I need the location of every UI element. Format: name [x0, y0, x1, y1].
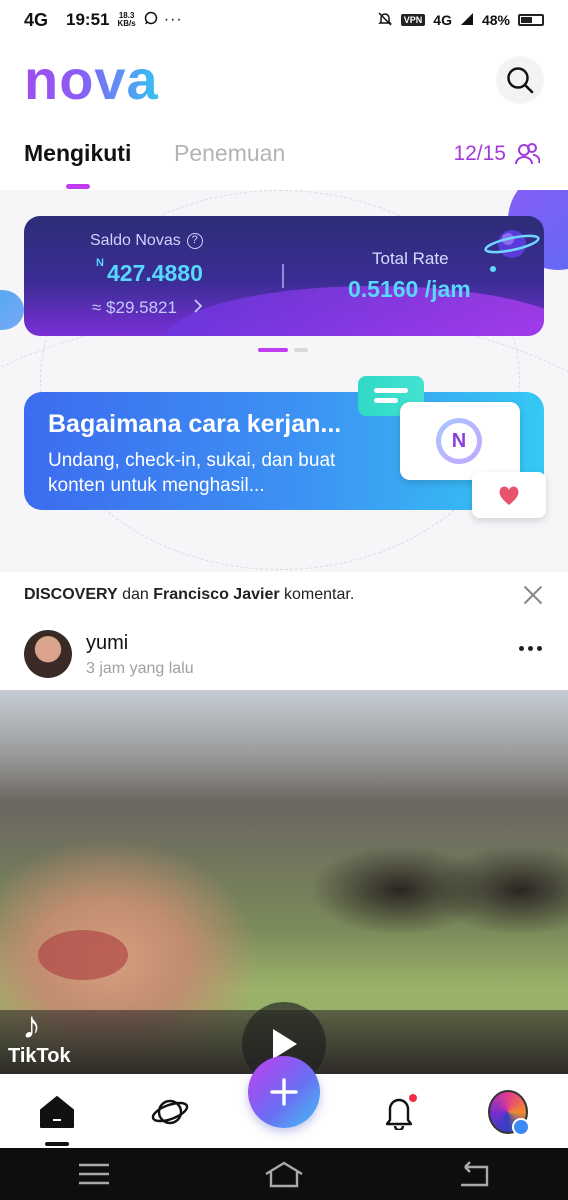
network-speed: 18.3 KB/s — [118, 12, 136, 28]
pager-dot — [294, 348, 308, 352]
search-icon — [507, 67, 534, 94]
planet-decoration — [0, 290, 24, 330]
heart-bubble — [472, 472, 546, 518]
post-username[interactable]: yumi — [86, 632, 128, 655]
network-speed-unit: KB/s — [117, 19, 136, 28]
status-bar: 4G 19:51 18.3 KB/s ··· VPN 4G 48% — [0, 0, 568, 40]
battery-icon — [518, 14, 544, 26]
chevron-right-icon — [194, 299, 202, 313]
heart-icon — [499, 486, 519, 505]
create-post-button[interactable] — [248, 1056, 320, 1128]
balance-card[interactable]: Saldo Novas ? N 427.4880 ≈ $29.5821 Total… — [24, 216, 544, 336]
balance-amount: 427.4880 — [106, 260, 203, 286]
clock: 19:51 — [66, 10, 110, 29]
app-logo: nova — [24, 48, 159, 111]
balance-label-text: Saldo Novas — [90, 232, 181, 249]
home-icon — [40, 1096, 74, 1128]
how-it-works-title: Bagaimana cara kerjan... — [48, 410, 342, 438]
verified-badge-icon — [512, 1118, 530, 1136]
app-header: nova — [0, 52, 568, 108]
nav-home[interactable] — [37, 1092, 77, 1132]
users-icon — [515, 143, 540, 165]
menu-icon[interactable] — [77, 1162, 111, 1186]
notice-action: komentar. — [284, 586, 355, 603]
planet-icon — [151, 1099, 189, 1125]
system-navigation-bar — [0, 1148, 568, 1200]
video-frame-sky — [0, 690, 568, 800]
vpn-badge: VPN — [400, 14, 426, 26]
avatar[interactable] — [24, 630, 72, 678]
battery-percent: 48% — [481, 12, 510, 28]
plus-icon — [270, 1078, 298, 1106]
novas-coin-icon: N — [436, 418, 482, 464]
following-count-button[interactable]: 12/15 — [453, 142, 540, 166]
dot — [537, 646, 542, 651]
mute-icon — [377, 11, 393, 30]
divider — [282, 264, 284, 288]
more-notifications: ··· — [163, 11, 183, 28]
rate-label: Total Rate — [372, 249, 449, 268]
balance-usd-text: ≈ $29.5821 — [92, 298, 177, 317]
post-header: yumi 3 jam yang lalu — [0, 626, 568, 686]
coin-bubble: N — [400, 402, 520, 480]
tiktok-icon: ♪ — [22, 1005, 41, 1047]
profile-avatar — [488, 1090, 530, 1136]
active-tab-indicator — [66, 184, 90, 189]
balance-usd[interactable]: ≈ $29.5821 — [92, 298, 204, 318]
notice-connector: dan — [122, 586, 149, 603]
nav-discover[interactable] — [150, 1092, 190, 1132]
bubble-line — [374, 388, 408, 393]
close-icon[interactable] — [522, 584, 544, 606]
notification-dot — [409, 1094, 417, 1102]
dot — [519, 646, 524, 651]
post-timestamp: 3 jam yang lalu — [86, 660, 194, 677]
novas-currency-icon: N — [96, 257, 104, 270]
search-button[interactable] — [496, 56, 544, 104]
pager-dot-active — [258, 348, 288, 352]
network-indicator-2: 4G — [433, 12, 452, 28]
carousel-pager — [258, 348, 308, 352]
balance-label: Saldo Novas ? — [90, 232, 203, 250]
notice-user-1[interactable]: DISCOVERY — [24, 586, 118, 603]
nav-notifications[interactable] — [379, 1092, 419, 1132]
feed-tabs: Mengikuti Penemuan 12/15 — [0, 140, 568, 190]
activity-notice[interactable]: DISCOVERY dan Francisco Javier komentar. — [0, 572, 568, 618]
home-button-icon[interactable] — [264, 1160, 304, 1188]
balance-value: N 427.4880 — [96, 257, 203, 287]
tiktok-label: TikTok — [8, 1045, 71, 1067]
bubble-line — [374, 398, 398, 403]
bottom-navigation — [0, 1056, 568, 1148]
following-count: 12/15 — [453, 142, 506, 165]
more-options-button[interactable] — [519, 646, 542, 651]
active-nav-indicator — [45, 1142, 69, 1146]
tab-following[interactable]: Mengikuti — [24, 140, 131, 167]
nav-profile[interactable] — [488, 1090, 530, 1136]
saturn-icon — [484, 230, 540, 258]
network-indicator: 4G — [24, 9, 49, 30]
rewards-section: Saldo Novas ? N 427.4880 ≈ $29.5821 Total… — [0, 190, 568, 572]
rate-value: 0.5160 /jam — [348, 276, 471, 302]
how-it-works-description: Undang, check-in, sukai, dan buat konten… — [48, 450, 336, 496]
coin-letter: N — [441, 423, 477, 459]
signal-icon — [460, 12, 474, 29]
notice-user-2[interactable]: Francisco Javier — [153, 586, 279, 603]
post-video[interactable]: ♪ TikTok — [0, 690, 568, 1074]
whatsapp-icon — [144, 10, 158, 30]
tab-discovery[interactable]: Penemuan — [174, 140, 285, 167]
tiktok-watermark: ♪ TikTok — [8, 1007, 71, 1068]
video-frame-detail — [38, 930, 128, 980]
dot — [528, 646, 533, 651]
help-icon[interactable]: ? — [186, 233, 203, 249]
back-icon[interactable] — [457, 1161, 491, 1187]
